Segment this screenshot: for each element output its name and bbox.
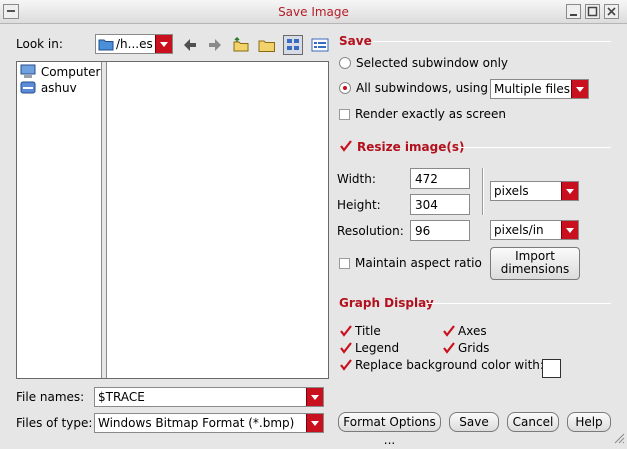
close-icon (607, 7, 616, 16)
replace-bg-label: Replace background color with: (355, 358, 544, 372)
radio-all-subwindows[interactable] (339, 82, 351, 94)
render-exact-checkbox[interactable] (339, 109, 350, 120)
resolution-label: Resolution: (337, 224, 404, 238)
import-dimensions-label-2: dimensions (500, 262, 570, 276)
files-of-type-label: Files of type: (16, 416, 93, 430)
detail-view-icon (311, 38, 329, 52)
height-label: Height: (337, 198, 381, 212)
minimize-button[interactable] (566, 4, 581, 19)
units-dropdown-button[interactable] (561, 182, 578, 200)
title-option-label: Title (355, 324, 381, 338)
forward-button[interactable] (205, 35, 225, 55)
tree-item-ashuv[interactable]: ashuv (20, 80, 77, 95)
all-mode-combo[interactable]: Multiple files (490, 79, 589, 99)
checkmark-icon (340, 325, 352, 337)
tree-item-ashuv-label: ashuv (40, 81, 77, 95)
graph-display-title: Graph Display (339, 296, 434, 310)
bg-color-swatch[interactable] (542, 359, 561, 378)
tree-item-computer-label: Computer (40, 65, 101, 79)
save-section-rule (373, 41, 611, 42)
parent-folder-button[interactable] (231, 35, 251, 55)
arrow-left-icon (184, 39, 196, 51)
checkmark-icon (443, 342, 455, 354)
cancel-button[interactable]: Cancel (507, 412, 559, 432)
look-in-dropdown-button[interactable] (155, 35, 172, 53)
tree-item-computer[interactable]: Computer (20, 64, 100, 79)
axes-option-label: Axes (458, 324, 487, 338)
radio-all-subwindows-label: All subwindows, using (356, 81, 488, 95)
folder-icon (98, 39, 114, 51)
list-view-button[interactable] (283, 35, 303, 55)
resize-section-rule (458, 147, 611, 148)
checkmark-icon (443, 325, 455, 337)
maximize-button[interactable] (585, 4, 600, 19)
format-options-button[interactable]: Format Options ... (338, 412, 441, 447)
list-view-icon (287, 39, 299, 50)
maximize-icon (587, 6, 598, 17)
resize-section-title: Resize image(s) (357, 140, 465, 154)
file-names-label: File names: (16, 390, 85, 404)
close-button[interactable] (604, 4, 619, 19)
parent-folder-icon (233, 36, 249, 52)
replace-bg-checkbox[interactable] (339, 359, 353, 371)
new-folder-button[interactable] (257, 35, 277, 55)
maintain-aspect-checkbox[interactable] (339, 258, 350, 269)
back-button[interactable] (180, 35, 200, 55)
all-mode-dropdown-button[interactable] (571, 80, 588, 98)
checkmark-icon (340, 342, 352, 354)
help-button[interactable]: Help (567, 412, 611, 432)
radio-selected-subwindow[interactable] (339, 57, 351, 69)
grids-option-label: Grids (458, 341, 490, 355)
height-input[interactable]: 304 (410, 194, 470, 215)
legend-checkbox[interactable] (339, 342, 353, 354)
axes-checkbox[interactable] (442, 325, 456, 337)
minimize-icon (570, 14, 577, 16)
checkmark-icon (340, 140, 352, 152)
units-value: pixels (494, 184, 529, 198)
detail-view-button[interactable] (310, 35, 330, 55)
look-in-label: Look in: (16, 37, 63, 51)
file-names-value: $TRACE (98, 390, 145, 404)
tree-divider (101, 62, 107, 378)
resolution-input[interactable]: 96 (410, 220, 470, 241)
render-exact-label: Render exactly as screen (355, 107, 507, 121)
title-checkbox[interactable] (339, 325, 353, 337)
file-names-dropdown-button[interactable] (306, 388, 323, 406)
window-title: Save Image (278, 5, 349, 19)
arrow-right-icon (209, 39, 221, 51)
graph-display-rule (427, 303, 611, 304)
save-button[interactable]: Save (449, 412, 499, 432)
grids-checkbox[interactable] (442, 342, 456, 354)
width-label: Width: (337, 172, 376, 186)
new-folder-icon (258, 40, 275, 52)
title-bar: Save Image (0, 0, 627, 24)
save-section-title: Save (339, 34, 372, 48)
import-dimensions-button[interactable]: Import dimensions (490, 247, 580, 280)
files-of-type-combo[interactable]: Windows Bitmap Format (*.bmp) (94, 413, 324, 433)
files-of-type-dropdown-button[interactable] (306, 414, 323, 432)
resize-grip-icon[interactable] (613, 432, 625, 444)
file-names-combo[interactable]: $TRACE (94, 387, 324, 407)
sidebar-tree[interactable] (16, 61, 329, 379)
look-in-combo[interactable]: /h...es (95, 34, 173, 54)
units-bracket (482, 168, 484, 215)
units-combo[interactable]: pixels (490, 181, 579, 201)
all-mode-value: Multiple files (494, 82, 571, 96)
maintain-aspect-label: Maintain aspect ratio (355, 256, 482, 270)
look-in-value: /h...es (116, 37, 153, 51)
legend-option-label: Legend (355, 341, 400, 355)
resolution-units-value: pixels/in (494, 223, 544, 237)
files-of-type-value: Windows Bitmap Format (*.bmp) (98, 416, 295, 430)
checkmark-icon (340, 359, 352, 371)
computer-icon (20, 64, 36, 78)
width-input[interactable]: 472 (410, 168, 470, 189)
resize-checkbox[interactable] (339, 140, 353, 152)
resolution-units-dropdown-button[interactable] (561, 221, 578, 239)
drive-icon (20, 81, 36, 94)
radio-selected-subwindow-label: Selected subwindow only (356, 56, 509, 70)
resolution-units-combo[interactable]: pixels/in (490, 220, 579, 240)
